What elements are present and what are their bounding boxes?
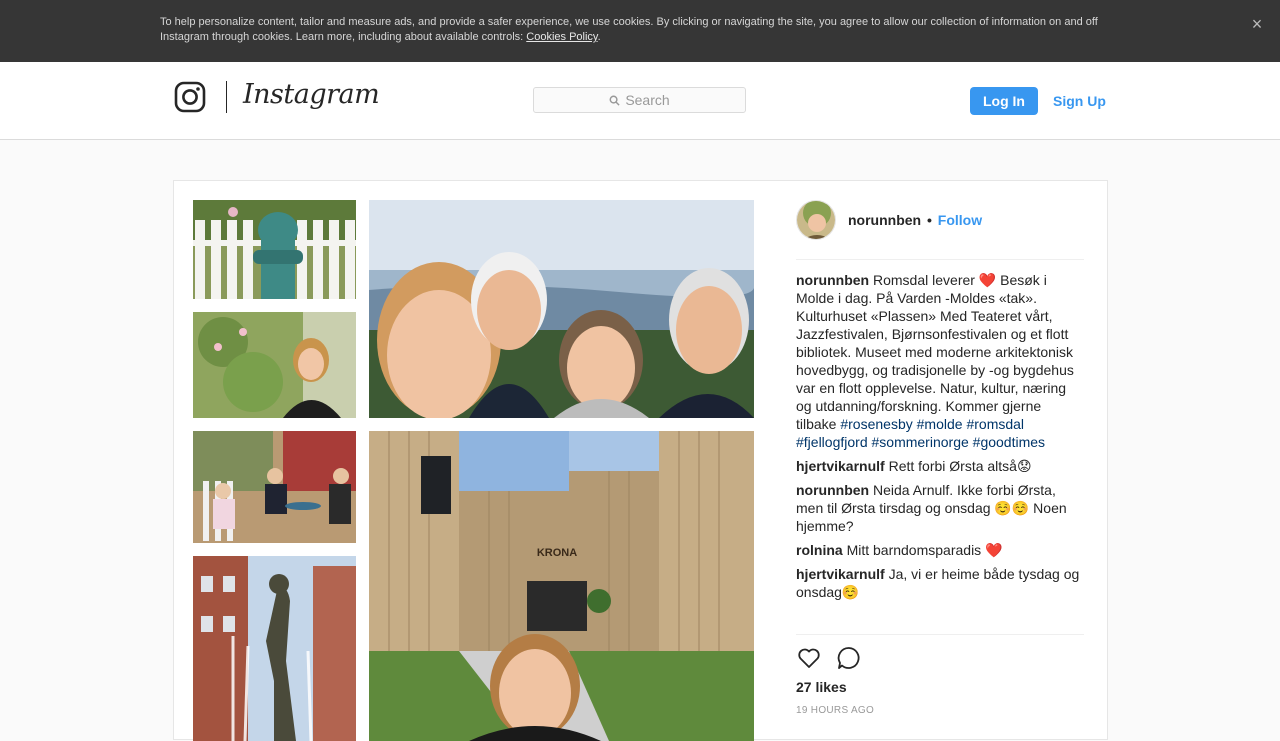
separator-dot: •: [927, 212, 932, 228]
comment: norunnben Neida Arnulf. Ikke forbi Ørsta…: [796, 481, 1084, 535]
comment-username[interactable]: hjertvikarnulf: [796, 566, 885, 582]
collage-tile-statue: [193, 200, 356, 299]
log-in-button[interactable]: Log In: [970, 87, 1038, 115]
hashtag-link[interactable]: #goodtimes: [973, 434, 1045, 450]
comment-username[interactable]: hjertvikarnulf: [796, 458, 885, 474]
like-count[interactable]: 27 likes: [796, 679, 847, 695]
caption-text: Romsdal leverer ❤️ Besøk i Molde i dag. …: [796, 272, 1074, 432]
collage-tile-woman-flowers: [193, 312, 356, 418]
divider: [796, 634, 1084, 635]
instagram-wordmark[interactable]: Instagram: [243, 79, 380, 110]
comment-list: norunnben Romsdal leverer ❤️ Besøk i Mol…: [796, 271, 1084, 607]
collage-tile-museum: KRONA: [369, 431, 754, 741]
owner-username[interactable]: norunnben: [848, 212, 921, 228]
caption: norunnben Romsdal leverer ❤️ Besøk i Mol…: [796, 271, 1084, 451]
heart-icon[interactable]: [796, 645, 822, 671]
cookie-banner-suffix: .: [597, 31, 601, 43]
museum-sign-text: KRONA: [537, 547, 577, 559]
comment-username[interactable]: norunnben: [796, 482, 869, 498]
collage-tile-selfie-group: [369, 200, 754, 418]
post-card: KRONA norunnben • Follow norunnben Romsd…: [173, 180, 1108, 741]
comment-text: Mitt barndomsparadis ❤️: [846, 542, 1003, 558]
comment-username[interactable]: rolnina: [796, 542, 843, 558]
sign-up-link[interactable]: Sign Up: [1053, 93, 1106, 109]
cookies-policy-link[interactable]: Cookies Policy: [526, 31, 597, 43]
cookie-banner-text: To help personalize content, tailor and …: [160, 15, 1120, 45]
hashtag-link[interactable]: #sommerinorge: [872, 434, 969, 450]
caption-username[interactable]: norunnben: [796, 272, 869, 288]
follow-button[interactable]: Follow: [938, 212, 982, 228]
cookie-banner: To help personalize content, tailor and …: [0, 0, 1280, 62]
comment: hjertvikarnulf Rett forbi Ørsta altså😟: [796, 457, 1084, 475]
post-side-panel: norunnben • Follow norunnben Romsdal lev…: [796, 181, 1084, 741]
top-nav: Instagram Search Log In Sign Up: [0, 62, 1280, 140]
collage-tile-fountain-statue: [193, 556, 356, 741]
hashtag-link[interactable]: #romsdal: [966, 416, 1024, 432]
hashtag-link[interactable]: #fjellogfjord: [796, 434, 868, 450]
avatar[interactable]: [796, 200, 836, 240]
cookie-banner-message: To help personalize content, tailor and …: [160, 16, 1098, 43]
comment-text: Rett forbi Ørsta altså😟: [888, 458, 1032, 474]
comment-bubble-icon[interactable]: [836, 645, 862, 671]
logo-divider: [226, 81, 227, 113]
search-input[interactable]: Search: [533, 87, 746, 113]
hashtag-link[interactable]: #molde: [917, 416, 963, 432]
hashtag-link[interactable]: #rosenesby: [840, 416, 912, 432]
search-icon: [609, 95, 620, 106]
divider: [796, 259, 1084, 260]
close-icon[interactable]: ×: [1248, 15, 1266, 33]
collage-tile-people-seated: [193, 431, 356, 543]
post-timestamp[interactable]: 19 HOURS AGO: [796, 705, 874, 716]
post-photo-collage[interactable]: KRONA: [193, 200, 754, 741]
comment: rolnina Mitt barndomsparadis ❤️: [796, 541, 1084, 559]
post-owner: norunnben • Follow: [848, 212, 982, 228]
search-placeholder: Search: [625, 92, 670, 108]
comment: hjertvikarnulf Ja, vi er heime både tysd…: [796, 565, 1084, 601]
instagram-glyph-icon[interactable]: [174, 81, 206, 113]
